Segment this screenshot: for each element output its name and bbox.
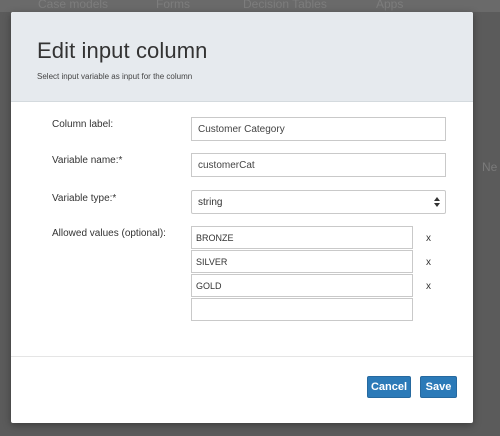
variable-name-input[interactable] — [191, 153, 446, 177]
column-label-input[interactable] — [191, 117, 446, 141]
allowed-values-label: Allowed values (optional): — [52, 228, 166, 239]
dialog-header: Edit input column Select input variable … — [11, 12, 473, 102]
allowed-value-input-new[interactable] — [191, 298, 413, 321]
variable-type-value: string — [198, 197, 223, 208]
dialog-footer-divider — [11, 356, 473, 357]
remove-value-3-button[interactable]: x — [426, 281, 431, 292]
save-button[interactable]: Save — [420, 376, 457, 398]
nav-item-apps: Apps — [376, 0, 404, 11]
variable-type-label: Variable type:* — [52, 193, 117, 204]
allowed-value-input-1[interactable] — [191, 226, 413, 249]
background-text: Ne — [482, 160, 498, 174]
allowed-value-input-3[interactable] — [191, 274, 413, 297]
background-navbar: Case models Forms Decision Tables Apps — [0, 0, 500, 12]
select-arrows-icon — [434, 197, 440, 207]
variable-type-select[interactable]: string — [191, 190, 446, 214]
column-label-label: Column label: — [52, 119, 114, 130]
edit-input-column-dialog: Edit input column Select input variable … — [11, 12, 473, 423]
dialog-title: Edit input column — [37, 38, 208, 63]
remove-value-2-button[interactable]: x — [426, 257, 431, 268]
nav-item-decision-tables: Decision Tables — [243, 0, 327, 11]
variable-name-label: Variable name:* — [52, 155, 123, 166]
dialog-subtitle: Select input variable as input for the c… — [37, 72, 193, 81]
nav-item-case-models: Case models — [38, 0, 109, 11]
remove-value-1-button[interactable]: x — [426, 233, 431, 244]
cancel-button[interactable]: Cancel — [367, 376, 411, 398]
nav-item-forms: Forms — [156, 0, 190, 11]
allowed-value-input-2[interactable] — [191, 250, 413, 273]
